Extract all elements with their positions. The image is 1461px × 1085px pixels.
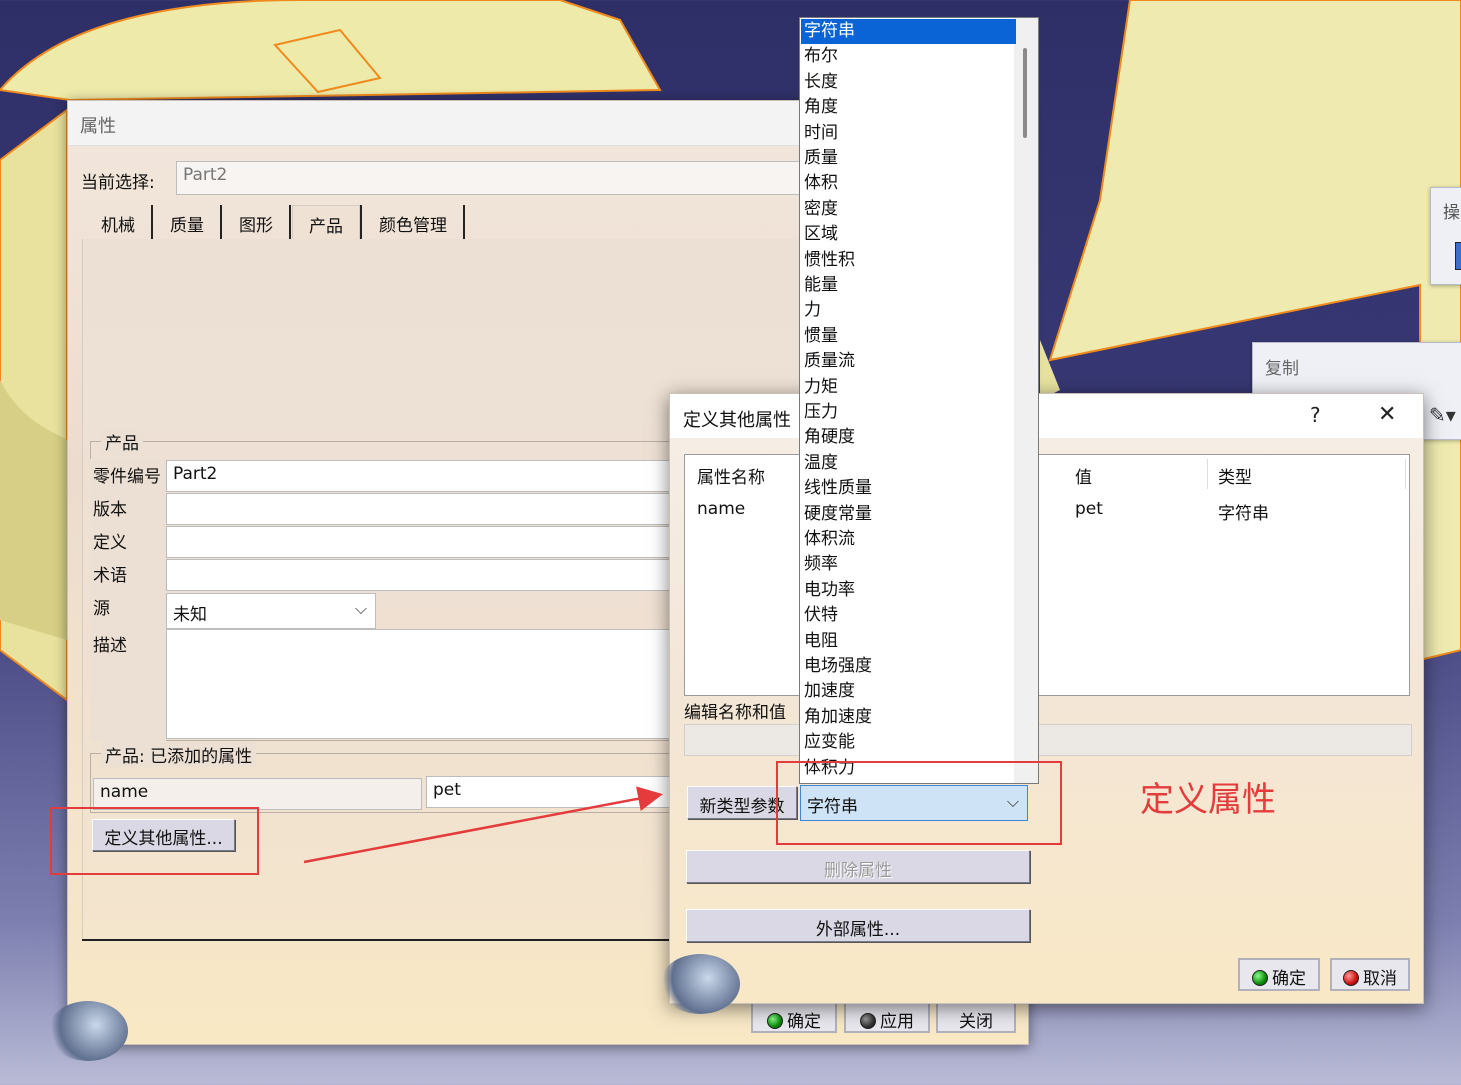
annotation-arrow	[303, 786, 663, 864]
annotation-label: 定义属性	[1140, 780, 1276, 820]
